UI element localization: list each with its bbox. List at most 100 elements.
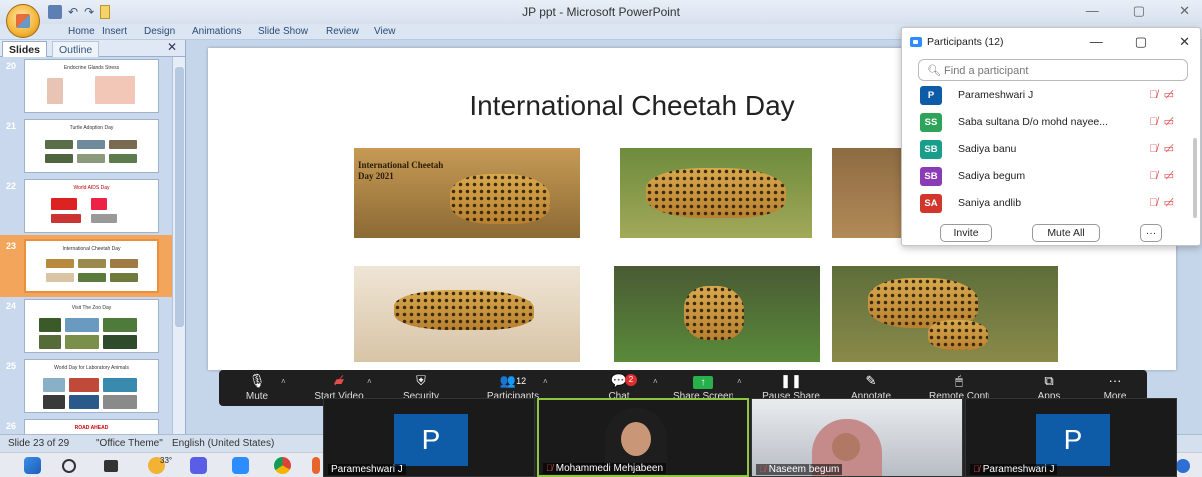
thumbnails-scrollbar[interactable] bbox=[172, 57, 185, 434]
office-button[interactable] bbox=[6, 4, 40, 38]
video-tile[interactable]: 🎙̸ Naseem begum bbox=[751, 398, 963, 477]
more-options-button[interactable]: ··· bbox=[1140, 224, 1162, 242]
panel-window-controls: — ▢ ✕ bbox=[1090, 34, 1190, 50]
participant-row[interactable]: SB Sadiya banu 🎙̸▭̸ bbox=[920, 138, 1180, 160]
participant-name-text: Naseem begum bbox=[768, 464, 840, 475]
thumbnail-image bbox=[109, 154, 137, 163]
participant-name: 🎙̸ Mohammedi Mehjabeen bbox=[543, 463, 667, 474]
apps-icon: ⧉ bbox=[1044, 373, 1054, 388]
thumbnail-title: World AIDS Day bbox=[73, 185, 110, 191]
video-tile[interactable]: P Parameshwari J bbox=[323, 398, 535, 477]
slide-thumbnail-20[interactable]: Endocrine Glands Stress bbox=[24, 59, 159, 113]
thumbnail-image bbox=[43, 378, 65, 392]
participant-row[interactable]: P Parameshwari J 🎙̸▭̸ bbox=[920, 84, 1180, 106]
more-icon: ··· bbox=[1108, 373, 1122, 388]
cheetah-photo-4[interactable] bbox=[354, 266, 580, 362]
close-pane-icon[interactable]: ✕ bbox=[167, 40, 177, 54]
scrollbar-thumb[interactable] bbox=[175, 67, 184, 327]
participants-title: Participants (12) bbox=[927, 36, 1004, 48]
tab-slides[interactable]: Slides bbox=[2, 41, 47, 57]
participants-count: 12 bbox=[516, 376, 527, 386]
maximize-button[interactable]: ▢ bbox=[1133, 3, 1145, 19]
tab-design[interactable]: Design bbox=[144, 26, 175, 37]
video-tile[interactable]: P 🎙̸ Parameshwari J bbox=[965, 398, 1177, 477]
cheetah-photo-3[interactable] bbox=[832, 148, 912, 238]
participant-row[interactable]: SS Saba sultana D/o mohd nayee... 🎙̸▭̸ bbox=[920, 111, 1180, 133]
photo-caption: International Cheetah Day 2021 bbox=[358, 160, 444, 181]
share-screen-icon: ↑ bbox=[673, 373, 733, 389]
thumbnail-image bbox=[46, 273, 74, 282]
slide-number: 20 bbox=[6, 61, 17, 71]
video-tile-active-speaker[interactable]: 🎙̸ Mohammedi Mehjabeen bbox=[537, 398, 749, 477]
participant-row[interactable]: SB Sadiya begum 🎙̸▭̸ bbox=[920, 165, 1180, 187]
powerpoint-icon[interactable] bbox=[312, 457, 320, 474]
cheetah-figure bbox=[394, 290, 534, 330]
tab-home[interactable]: Home bbox=[68, 26, 95, 37]
tab-animations[interactable]: Animations bbox=[192, 26, 241, 37]
tab-outline[interactable]: Outline bbox=[52, 41, 100, 57]
theme-name[interactable]: "Office Theme" bbox=[96, 438, 163, 449]
search-icon: 🔍︎ bbox=[927, 65, 945, 77]
thumbnail-image bbox=[103, 335, 137, 349]
chat-icon: 💬 bbox=[610, 373, 628, 388]
mute-all-button[interactable]: Mute All bbox=[1032, 224, 1100, 242]
slide-number: 26 bbox=[6, 421, 17, 431]
slide-thumbnail-24[interactable]: Visit The Zoo Day bbox=[24, 299, 159, 353]
slide-thumbnail-22[interactable]: World AIDS Day bbox=[24, 179, 159, 233]
cheetah-figure bbox=[928, 320, 988, 350]
pane-tabs: Slides Outline ✕ bbox=[0, 40, 185, 57]
thumbnail-image bbox=[77, 154, 105, 163]
participant-name: Parameshwari J bbox=[328, 464, 406, 475]
cheetah-photo-2[interactable] bbox=[620, 148, 812, 238]
shield-icon: ⛨ bbox=[416, 373, 426, 388]
thumbnail-image bbox=[78, 273, 106, 282]
slide-number: 22 bbox=[6, 181, 17, 191]
cheetah-photo-6[interactable] bbox=[832, 266, 1058, 362]
slide-thumbnail-25[interactable]: World Day for Laboratory Animals bbox=[24, 359, 159, 413]
mute-button[interactable]: 🎙 Mute ˄ bbox=[227, 373, 287, 402]
language-indicator[interactable]: English (United States) bbox=[172, 438, 274, 449]
popout-panel-button[interactable]: ▢ bbox=[1135, 34, 1147, 50]
cheetah-photo-1[interactable]: International Cheetah Day 2021 bbox=[354, 148, 580, 238]
search-placeholder: Find a participant bbox=[944, 65, 1029, 77]
slide-thumbnail-23[interactable]: International Cheetah Day bbox=[24, 239, 159, 293]
search-icon[interactable] bbox=[62, 459, 76, 473]
invite-button[interactable]: Invite bbox=[940, 224, 992, 242]
title-bar: ↶ ↷ JP ppt - Microsoft PowerPoint — ▢ ✕ bbox=[0, 0, 1202, 38]
thumbnail-image bbox=[51, 198, 77, 210]
tab-slide-show[interactable]: Slide Show bbox=[258, 26, 308, 37]
chevron-up-icon[interactable]: ˄ bbox=[367, 377, 372, 386]
cheetah-photo-5[interactable] bbox=[614, 266, 820, 362]
chevron-up-icon[interactable]: ˄ bbox=[653, 377, 658, 386]
participant-avatar: SA bbox=[920, 194, 942, 213]
participant-avatar: P bbox=[920, 86, 942, 105]
chrome-icon[interactable] bbox=[274, 457, 291, 474]
tab-view[interactable]: View bbox=[374, 26, 396, 37]
chevron-up-icon[interactable]: ˄ bbox=[281, 377, 286, 386]
close-panel-button[interactable]: ✕ bbox=[1179, 34, 1190, 50]
participant-name: Parameshwari J bbox=[958, 89, 1034, 101]
chevron-up-icon[interactable]: ˄ bbox=[543, 377, 548, 386]
slide-thumbnail-21[interactable]: Turtle Adoption Day bbox=[24, 119, 159, 173]
start-icon[interactable] bbox=[24, 457, 41, 474]
minimize-panel-button[interactable]: — bbox=[1090, 34, 1103, 50]
tab-review[interactable]: Review bbox=[326, 26, 359, 37]
close-button[interactable]: ✕ bbox=[1179, 3, 1190, 19]
thumbnail-image bbox=[51, 214, 81, 223]
participant-row[interactable]: SA Saniya andlib 🎙̸▭̸ bbox=[920, 192, 1180, 214]
notification-icon[interactable] bbox=[1176, 459, 1190, 473]
slide-number: 25 bbox=[6, 361, 17, 371]
minimize-button[interactable]: — bbox=[1086, 3, 1099, 19]
tab-insert[interactable]: Insert bbox=[102, 26, 127, 37]
task-view-icon[interactable] bbox=[104, 460, 118, 472]
participant-search-input[interactable]: 🔍︎ Find a participant bbox=[918, 59, 1188, 81]
slide-number: 24 bbox=[6, 301, 17, 311]
participants-scrollbar[interactable] bbox=[1193, 138, 1197, 218]
zoom-app-icon[interactable] bbox=[232, 457, 249, 474]
teams-icon[interactable] bbox=[190, 457, 207, 474]
mic-video-off-icons: 🎙̸▭̸ bbox=[1149, 116, 1180, 128]
slide-number: 21 bbox=[6, 121, 17, 131]
slide-thumbnail-26[interactable]: ROAD AHEAD bbox=[24, 419, 159, 434]
chevron-up-icon[interactable]: ˄ bbox=[737, 377, 742, 386]
participant-face bbox=[832, 433, 860, 461]
